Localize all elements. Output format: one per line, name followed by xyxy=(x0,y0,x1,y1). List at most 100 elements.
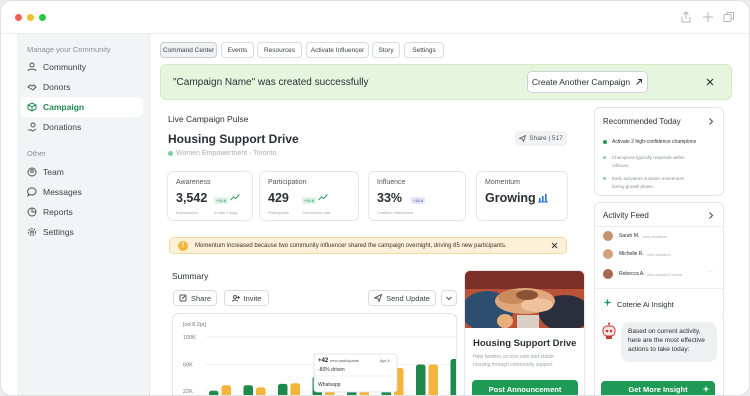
chart-bar-green xyxy=(450,359,456,395)
recommended-item: Activate 2 high-confidence champions xyxy=(612,139,697,145)
metric-chip: +16.6 xyxy=(302,195,317,204)
chart-tooltip-date: Apr 4 xyxy=(380,358,390,363)
metric-card-influence: Influence 33% +16.6 Coalition Influencer… xyxy=(368,171,466,221)
bar-chart-icon xyxy=(538,194,548,203)
sidebar-item-label: Donors xyxy=(43,82,71,92)
metric-value: 3,542 xyxy=(176,191,208,205)
metric-value: 33% xyxy=(377,191,403,205)
close-icon[interactable] xyxy=(706,78,714,86)
sidebar-item-campaign[interactable]: Campaign xyxy=(21,97,143,117)
insight-title: Coterie Ai Insight xyxy=(617,300,674,309)
metric-note: Conversion rate xyxy=(302,210,331,215)
recommended-item: 14hours. xyxy=(612,163,630,168)
metric-label: Influence xyxy=(377,179,406,186)
recommended-title: Recommended Today xyxy=(603,117,681,126)
app-window: Manage your Community Community Donors C… xyxy=(0,0,750,396)
sidebar-item-donors[interactable]: Donors xyxy=(21,77,143,97)
sidebar-item-label: Settings xyxy=(43,227,74,237)
minimize-window-button[interactable] xyxy=(27,14,34,21)
tab-command-center[interactable]: Command Center xyxy=(160,42,217,58)
bullet-dot xyxy=(603,140,607,144)
activity-note: new donation xyxy=(643,234,667,239)
chart-bar-yellow xyxy=(428,364,438,395)
sidebar: Manage your Community Community Donors C… xyxy=(17,34,150,395)
plus-icon[interactable] xyxy=(702,11,714,23)
community-hands-image xyxy=(465,271,584,331)
banner-message: "Campaign Name" was created successfully xyxy=(173,77,369,88)
close-icon[interactable] xyxy=(551,242,558,249)
sidebar-section-other: Other xyxy=(27,149,46,158)
sidebar-item-label: Community xyxy=(43,62,86,72)
more-icon[interactable]: ··· xyxy=(708,269,714,275)
share-count-button[interactable]: Share | 517 xyxy=(515,131,567,146)
trend-up-icon xyxy=(230,194,240,201)
tab-settings[interactable]: Settings xyxy=(404,42,444,58)
campaign-title: Housing Support Drive xyxy=(168,132,299,146)
sidebar-item-label: Donations xyxy=(43,122,82,132)
chevron-right-icon[interactable] xyxy=(708,118,714,125)
send-icon xyxy=(374,294,383,302)
arrow-up-right-icon xyxy=(636,79,643,85)
send-update-button[interactable]: Send Update xyxy=(368,290,436,306)
momentum-alert: ! Momentum increased because two communi… xyxy=(169,237,567,254)
metric-note: Impressions xyxy=(176,210,198,215)
share-icon[interactable] xyxy=(680,11,692,23)
chart-icon xyxy=(27,207,37,217)
activity-note: new donation made xyxy=(647,272,682,277)
chart-bar-green xyxy=(209,390,219,395)
sidebar-section-manage: Manage your Community xyxy=(27,45,111,54)
sidebar-item-donations[interactable]: Donations xyxy=(21,117,143,137)
chart-bar-green xyxy=(243,385,253,395)
metric-note: In last 7 days xyxy=(214,210,238,215)
maximize-window-button[interactable] xyxy=(39,14,46,21)
create-another-campaign-button[interactable]: Create Another Campaign xyxy=(527,71,648,93)
sidebar-item-reports[interactable]: Reports xyxy=(21,202,143,222)
metric-card-participation: Participation 429 +16.6 Participants Con… xyxy=(259,171,359,221)
chevron-right-icon[interactable] xyxy=(708,212,714,219)
copy-icon[interactable] xyxy=(723,11,735,23)
chart-tooltip-sub: new participants xyxy=(330,358,359,363)
post-announcement-button[interactable]: Post Announcement xyxy=(472,380,578,395)
chart-bar-yellow xyxy=(256,387,266,395)
create-another-label: Create Another Campaign xyxy=(531,77,631,87)
divider xyxy=(595,288,725,289)
add-user-icon xyxy=(231,295,240,302)
sidebar-item-community[interactable]: Community xyxy=(21,57,143,77)
invite-button[interactable]: Invite xyxy=(224,290,269,306)
activity-name: Sarah M. xyxy=(619,233,640,239)
more-options-button[interactable] xyxy=(441,290,457,306)
tab-story[interactable]: Story xyxy=(372,42,400,58)
sidebar-item-settings[interactable]: Settings xyxy=(21,222,143,242)
tab-activate-influencer[interactable]: Activate Influencer xyxy=(306,42,369,58)
box-icon xyxy=(27,102,37,112)
bullet-dot xyxy=(603,177,606,180)
send-update-label: Send Update xyxy=(386,293,430,303)
warning-icon: ! xyxy=(178,241,188,251)
metric-value: 429 xyxy=(268,191,289,205)
avatar xyxy=(603,231,613,241)
sidebar-item-team[interactable]: Team xyxy=(21,162,143,182)
sidebar-item-messages[interactable]: Messages xyxy=(21,182,143,202)
metric-note: Participants xyxy=(268,210,289,215)
trend-up-icon xyxy=(318,194,328,201)
metric-chip-text: +16.6 xyxy=(214,197,229,204)
campaign-subtitle: Women Empowerment · Toronto xyxy=(168,150,277,157)
summary-title: Summary xyxy=(172,271,209,281)
activity-feed-card: Activity Feed Sarah M. new donation Mich… xyxy=(594,202,725,320)
get-more-insight-button[interactable]: Get More Insight xyxy=(601,381,715,395)
promo-card: Housing Support Drive Help families acce… xyxy=(464,270,585,395)
activity-name: Michelle R. xyxy=(619,251,644,257)
recommended-card: Recommended Today Activate 2 high-confid… xyxy=(594,107,724,196)
promo-text-line1: Help families access safe and stable xyxy=(473,354,554,360)
share-button[interactable]: Share xyxy=(173,290,217,306)
recommended-item: Champions typically responds within xyxy=(612,155,685,160)
tab-resources[interactable]: Resources xyxy=(257,42,302,58)
chart-ylabel: [od 8.2pr] xyxy=(183,322,207,328)
recommended-item: Early activators sustains momentum xyxy=(612,176,685,181)
recommended-item: during growth phase. xyxy=(612,184,655,189)
tab-events[interactable]: Events xyxy=(221,42,254,58)
activity-title: Activity Feed xyxy=(603,211,649,220)
metric-card-momentum: Momentum Growing xyxy=(476,171,568,221)
close-window-button[interactable] xyxy=(15,14,22,21)
success-banner: "Campaign Name" was created successfully… xyxy=(160,64,732,100)
